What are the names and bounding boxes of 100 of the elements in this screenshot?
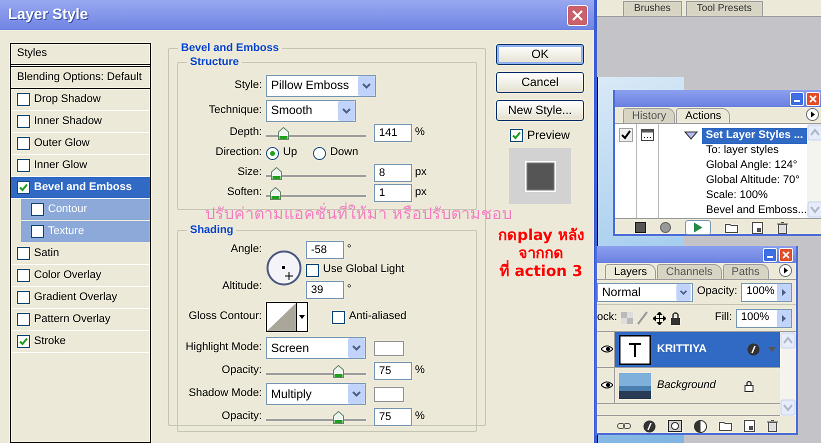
dialog-button[interactable]: OK <box>496 44 584 65</box>
list-item[interactable]: Outer Glow <box>11 133 150 155</box>
mask-icon[interactable] <box>668 420 682 432</box>
panel-tab[interactable]: Actions <box>676 108 730 123</box>
checkbox[interactable] <box>17 335 30 348</box>
link-icon[interactable] <box>617 422 631 430</box>
checkbox[interactable] <box>332 310 345 324</box>
checkbox-label[interactable]: Use Global Light <box>323 263 404 277</box>
panel-tab[interactable]: Tool Presets <box>686 1 763 16</box>
panel-tab[interactable]: Brushes <box>623 1 682 16</box>
panel-menu-icon[interactable] <box>779 264 792 277</box>
slider-thumb[interactable] <box>270 186 281 200</box>
checkbox[interactable] <box>17 181 30 194</box>
checkbox[interactable] <box>17 115 30 128</box>
minimize-button[interactable] <box>763 248 777 262</box>
altitude-field[interactable]: 39 <box>306 281 344 299</box>
slider-thumb[interactable] <box>332 410 344 424</box>
checkbox[interactable] <box>17 313 30 326</box>
slider-thumb[interactable] <box>332 364 344 378</box>
fill-field[interactable]: 100% <box>736 308 792 328</box>
radio-label[interactable]: Down <box>330 146 358 160</box>
dialog-toggle-icon[interactable] <box>641 129 654 141</box>
contour-picker[interactable] <box>266 302 308 332</box>
checkbox[interactable] <box>306 264 319 276</box>
list-item[interactable]: Drop Shadow <box>11 89 150 111</box>
layer-row[interactable]: KRITTIYA <box>597 332 780 368</box>
lock-icon[interactable] <box>670 312 682 324</box>
layer-style-icon[interactable] <box>747 343 760 356</box>
blend-mode-dropdown[interactable]: Normal <box>597 282 693 302</box>
checkbox[interactable] <box>17 269 30 282</box>
checkbox[interactable] <box>510 128 524 142</box>
style-dropdown[interactable]: Pillow Emboss <box>266 74 376 96</box>
folder-icon[interactable] <box>719 421 732 431</box>
dialog-button[interactable]: New Style... <box>496 100 584 121</box>
panel-tab[interactable]: Channels <box>657 264 722 279</box>
list-item[interactable]: Bevel and Emboss <box>11 177 150 199</box>
record-icon[interactable] <box>660 222 671 233</box>
panel-tab[interactable]: Layers <box>605 264 656 279</box>
panel-menu-icon[interactable] <box>806 108 819 121</box>
shadow-mode-dropdown[interactable]: Multiply <box>266 383 366 405</box>
new-item-icon[interactable] <box>744 420 755 432</box>
technique-dropdown[interactable]: Smooth <box>266 100 356 122</box>
action-step[interactable]: Global Angle: 124° <box>689 159 807 174</box>
list-item[interactable]: Blending Options: Default <box>11 67 150 89</box>
soften-field[interactable]: 1 <box>374 184 412 202</box>
expand-triangle-icon[interactable] <box>684 131 698 141</box>
close-button[interactable] <box>779 248 793 262</box>
list-item[interactable]: Stroke <box>11 331 150 353</box>
radio-button[interactable] <box>266 146 279 160</box>
checkbox[interactable] <box>31 225 44 238</box>
action-step[interactable]: Global Altitude: 70° <box>689 174 807 189</box>
checkbox-label[interactable]: Preview <box>527 128 570 142</box>
slider-thumb[interactable] <box>278 126 290 140</box>
new-item-icon[interactable] <box>752 222 763 234</box>
color-swatch[interactable] <box>374 386 404 402</box>
radio-button[interactable] <box>313 146 326 160</box>
size-field[interactable]: 8 <box>374 164 412 182</box>
layer-style-icon[interactable] <box>643 420 656 432</box>
panel-tab[interactable]: History <box>623 108 676 123</box>
radio-label[interactable]: Up <box>283 146 298 160</box>
action-step[interactable]: To: layer styles <box>689 144 807 159</box>
opacity-field[interactable]: 100% <box>741 282 792 302</box>
list-item[interactable]: Inner Shadow <box>11 111 150 133</box>
close-button[interactable] <box>806 92 820 106</box>
action-step[interactable]: Scale: 100% <box>689 189 807 204</box>
list-item[interactable]: Color Overlay <box>11 265 150 287</box>
folder-icon[interactable] <box>725 222 738 232</box>
opacity-field[interactable]: 75 <box>374 362 412 380</box>
color-swatch[interactable] <box>374 340 404 356</box>
angle-dial[interactable] <box>266 250 302 286</box>
checkbox[interactable] <box>31 203 44 216</box>
checkbox[interactable] <box>17 93 30 106</box>
toggle-check-icon[interactable] <box>618 128 632 142</box>
action-name[interactable]: Set Layer Styles ... <box>702 128 807 144</box>
checkbox-label[interactable]: Anti-aliased <box>349 310 406 324</box>
slider-thumb[interactable] <box>271 166 282 180</box>
list-item[interactable]: Gradient Overlay <box>11 287 150 309</box>
trash-icon[interactable] <box>777 222 788 234</box>
angle-field[interactable]: -58 <box>306 241 344 259</box>
list-item[interactable]: Satin <box>11 243 150 265</box>
panel-tab[interactable]: Paths <box>722 264 769 279</box>
scroll-bar[interactable] <box>780 332 796 416</box>
move-icon[interactable] <box>653 312 666 324</box>
adjustment-icon[interactable] <box>694 420 707 432</box>
close-button[interactable] <box>567 4 588 26</box>
minimize-button[interactable] <box>790 92 804 106</box>
dialog-button[interactable]: Cancel <box>496 72 584 93</box>
depth-field[interactable]: 141 <box>374 124 412 142</box>
checkbox[interactable] <box>17 159 30 172</box>
checkbox[interactable] <box>17 137 30 150</box>
play-button[interactable] <box>685 220 711 235</box>
layer-row[interactable]: Background <box>597 368 780 404</box>
checkbox[interactable] <box>17 247 30 260</box>
list-item[interactable]: Pattern Overlay <box>11 309 150 331</box>
scroll-bar[interactable] <box>807 124 821 218</box>
checkbox[interactable] <box>17 291 30 304</box>
opacity-field[interactable]: 75 <box>374 408 412 426</box>
eye-icon[interactable] <box>601 381 613 389</box>
trash-icon[interactable] <box>767 420 778 432</box>
action-step[interactable]: Bevel and Emboss... <box>689 204 807 219</box>
